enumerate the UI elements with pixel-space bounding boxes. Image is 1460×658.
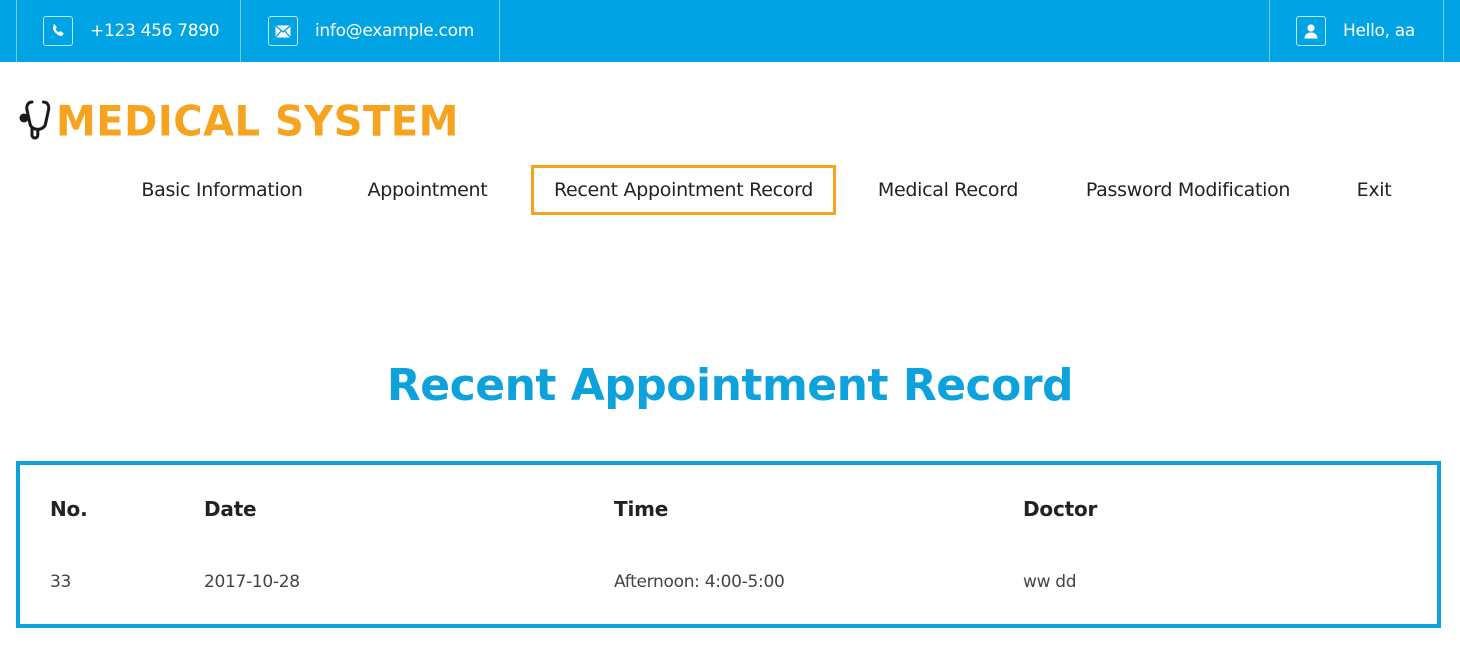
phone-icon: [43, 16, 73, 46]
column-header-time: Time: [614, 497, 669, 521]
phone-number: +123 456 7890: [90, 21, 220, 41]
stethoscope-icon: [18, 98, 56, 146]
nav-basic-information[interactable]: Basic Information: [130, 165, 314, 215]
nav-recent-appointment-record[interactable]: Recent Appointment Record: [531, 165, 836, 215]
top-contact-bar: +123 456 7890 info@example.com Hello, aa: [0, 0, 1460, 62]
nav-password-modification[interactable]: Password Modification: [1072, 165, 1304, 215]
column-header-no: No.: [50, 497, 88, 521]
column-header-doctor: Doctor: [1023, 497, 1098, 521]
column-header-date: Date: [204, 497, 257, 521]
greeting-text: Hello, aa: [1343, 21, 1416, 41]
cell-record-date: 2017-10-28: [204, 572, 300, 592]
nav-medical-record[interactable]: Medical Record: [866, 165, 1030, 215]
user-icon: [1296, 16, 1326, 46]
mail-icon: [268, 16, 298, 46]
email-contact[interactable]: info@example.com: [240, 0, 500, 62]
email-address: info@example.com: [315, 21, 474, 41]
page-title: Recent Appointment Record: [386, 360, 1074, 411]
nav-exit[interactable]: Exit: [1346, 165, 1402, 215]
cell-record-no: 33: [50, 572, 72, 592]
appointment-record-table: No. Date Time Doctor 33 2017-10-28 After…: [16, 461, 1441, 628]
user-greeting[interactable]: Hello, aa: [1269, 0, 1444, 62]
brand-name: MEDICAL SYSTEM: [56, 98, 459, 146]
cell-record-doctor: ww dd: [1023, 572, 1077, 592]
main-nav: Basic Information Appointment Recent App…: [0, 165, 1460, 215]
phone-contact[interactable]: +123 456 7890: [16, 0, 241, 62]
cell-record-time: Afternoon: 4:00-5:00: [614, 572, 785, 592]
nav-appointment[interactable]: Appointment: [356, 165, 499, 215]
site-logo[interactable]: MEDICAL SYSTEM: [18, 98, 459, 146]
